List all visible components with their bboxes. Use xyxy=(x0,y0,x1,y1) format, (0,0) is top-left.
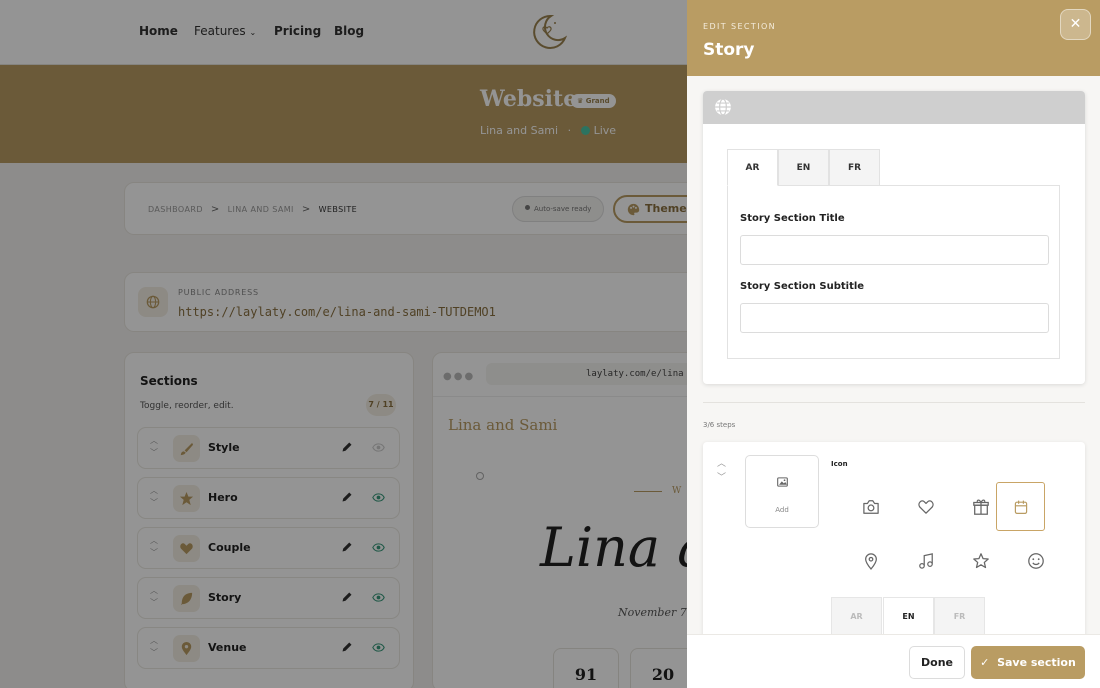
camera-icon[interactable] xyxy=(846,482,895,531)
story-title-input[interactable] xyxy=(740,235,1049,265)
check-icon: ✓ xyxy=(980,656,990,669)
add-image-button[interactable]: Add xyxy=(745,455,819,528)
calendar-icon[interactable] xyxy=(996,482,1045,531)
heart-icon[interactable] xyxy=(901,482,950,531)
tab-en[interactable]: EN xyxy=(778,149,829,186)
drawer-title: Story xyxy=(703,40,755,60)
drawer-kicker: EDIT SECTION xyxy=(703,22,777,31)
translation-card-header xyxy=(703,91,1085,124)
tab-panel-ar: Story Section Title Story Section Subtit… xyxy=(727,185,1060,359)
star-icon[interactable] xyxy=(956,536,1005,585)
reorder-arrows[interactable]: ︿ ﹀ xyxy=(717,457,726,485)
drawer-body[interactable]: AR EN FR Story Section Title Story Secti… xyxy=(687,76,1100,634)
done-button[interactable]: Done xyxy=(909,646,965,679)
save-section-button[interactable]: ✓ Save section xyxy=(971,646,1085,679)
save-section-label: Save section xyxy=(997,656,1076,669)
item-tab-fr[interactable]: FR xyxy=(934,597,985,634)
globe-icon xyxy=(715,98,731,116)
translation-card: AR EN FR Story Section Title Story Secti… xyxy=(703,91,1085,384)
location-pin-icon[interactable] xyxy=(846,536,895,585)
item-tab-ar[interactable]: AR xyxy=(831,597,882,634)
story-subtitle-input[interactable] xyxy=(740,303,1049,333)
icon-picker-label: Icon xyxy=(831,460,848,468)
tab-fr[interactable]: FR xyxy=(829,149,880,186)
image-icon xyxy=(777,477,788,487)
divider xyxy=(703,402,1085,403)
smile-icon[interactable] xyxy=(1011,536,1060,585)
story-title-label: Story Section Title xyxy=(740,213,845,224)
modal-backdrop[interactable] xyxy=(0,0,687,688)
item-tab-en[interactable]: EN xyxy=(883,597,934,634)
tab-ar[interactable]: AR xyxy=(727,149,778,186)
add-image-label: Add xyxy=(775,506,789,514)
music-icon[interactable] xyxy=(901,536,950,585)
close-icon: ✕ xyxy=(1069,16,1082,32)
story-item-card: ︿ ﹀ Add Icon AR EN FR xyxy=(703,442,1085,634)
steps-counter: 3/6 steps xyxy=(703,421,736,429)
drawer-header: EDIT SECTION Story ✕ xyxy=(687,0,1100,76)
close-button[interactable]: ✕ xyxy=(1060,9,1091,40)
edit-section-drawer: EDIT SECTION Story ✕ AR EN FR Story Sect… xyxy=(687,0,1100,688)
story-subtitle-label: Story Section Subtitle xyxy=(740,281,865,292)
drawer-footer: Done ✓ Save section xyxy=(687,634,1100,688)
